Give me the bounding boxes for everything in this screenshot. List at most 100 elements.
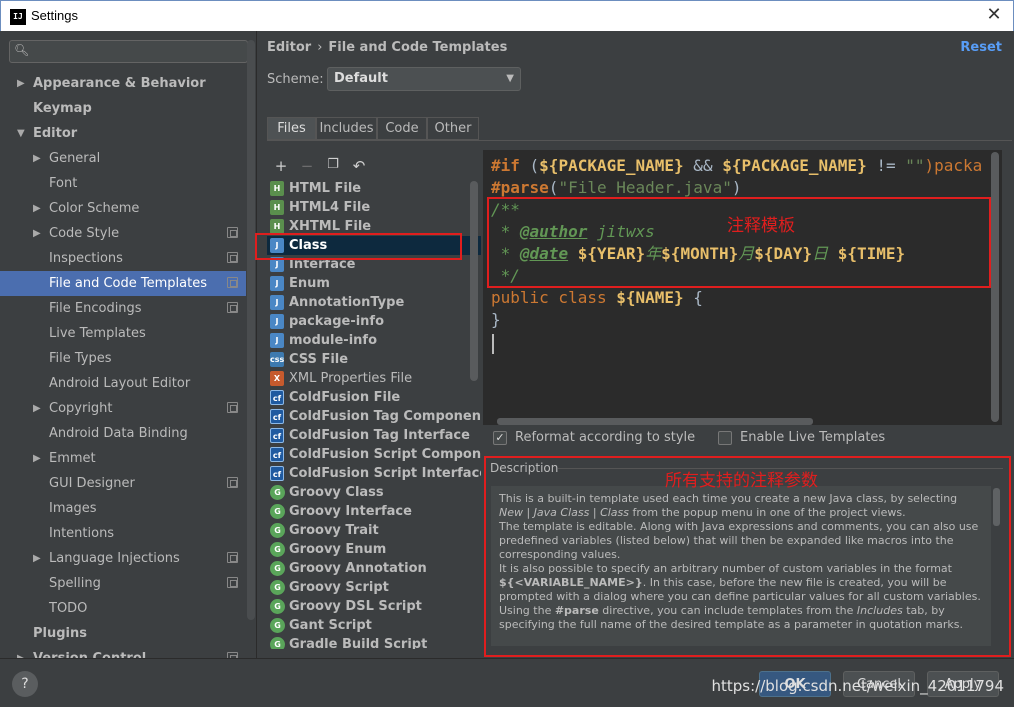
- reformat-checkbox[interactable]: ✓ Reformat according to style: [493, 430, 695, 446]
- breadcrumb: Editor › File and Code Templates: [267, 40, 507, 55]
- sidebar-item[interactable]: Font: [0, 171, 246, 196]
- sidebar-item[interactable]: ▶ Copyright: [0, 396, 246, 421]
- template-list-item-label: Groovy Class: [289, 485, 384, 500]
- annotation-class-highlight: [255, 233, 462, 260]
- template-list-item[interactable]: H HTML4 File: [267, 198, 481, 217]
- template-list-item[interactable]: cf ColdFusion File: [267, 388, 481, 407]
- reformat-label: Reformat according to style: [515, 430, 696, 445]
- template-list-item[interactable]: G Groovy Annotation: [267, 559, 481, 578]
- tab-code[interactable]: Code: [377, 117, 427, 140]
- chevron-right-icon[interactable]: ▶: [33, 546, 41, 571]
- sidebar-item[interactable]: Plugins: [0, 621, 246, 646]
- tab-files[interactable]: Files: [267, 117, 316, 140]
- chevron-right-icon[interactable]: ▶: [33, 221, 41, 246]
- sidebar-item-label: Spelling: [49, 576, 101, 591]
- sidebar-item[interactable]: Android Layout Editor: [0, 371, 246, 396]
- template-list-item-label: package-info: [289, 314, 385, 329]
- scheme-dropdown[interactable]: Default ▼: [327, 67, 521, 91]
- sidebar-item-label: Code Style: [49, 226, 120, 241]
- template-list-item-label: HTML File: [289, 181, 362, 196]
- help-button[interactable]: ?: [12, 671, 38, 697]
- chevron-right-icon[interactable]: ▶: [17, 646, 25, 658]
- template-list-item-label: CSS File: [289, 352, 349, 367]
- live-templates-label: Enable Live Templates: [740, 430, 886, 445]
- template-list-item[interactable]: X XML Properties File: [267, 369, 481, 388]
- template-list-item[interactable]: J AnnotationType: [267, 293, 481, 312]
- window-title-bar: IJ Settings ✕: [0, 0, 1014, 31]
- sidebar-item[interactable]: Images: [0, 496, 246, 521]
- template-list-item-label: Groovy Enum: [289, 542, 387, 557]
- sidebar-item[interactable]: ▼ Editor: [0, 121, 246, 146]
- live-templates-checkbox[interactable]: Enable Live Templates: [718, 430, 885, 446]
- template-list-item-label: Groovy Annotation: [289, 561, 427, 576]
- sidebar-item[interactable]: Spelling: [0, 571, 246, 596]
- template-list-item-label: XML Properties File: [289, 371, 413, 386]
- sidebar-item[interactable]: ▶ Emmet: [0, 446, 246, 471]
- sidebar-item[interactable]: File and Code Templates: [0, 271, 246, 296]
- chevron-right-icon[interactable]: ▶: [17, 71, 25, 96]
- template-list-scrollbar[interactable]: [470, 181, 478, 381]
- close-icon[interactable]: ✕: [983, 4, 1005, 26]
- sidebar-item-label: GUI Designer: [49, 476, 135, 491]
- template-list-item[interactable]: G Groovy DSL Script: [267, 597, 481, 616]
- editor-vertical-scrollbar[interactable]: [991, 152, 999, 422]
- template-list-item[interactable]: css CSS File: [267, 350, 481, 369]
- template-list-item[interactable]: J Enum: [267, 274, 481, 293]
- sidebar-item-label: Android Layout Editor: [49, 376, 191, 391]
- template-list-item[interactable]: Jmodule-info: [267, 331, 481, 350]
- sidebar-item[interactable]: ▶ Code Style: [0, 221, 246, 246]
- tab-divider: [267, 140, 1012, 141]
- sidebar-item-label: Plugins: [33, 626, 87, 641]
- chevron-right-icon[interactable]: ▶: [33, 196, 41, 221]
- tab-includes[interactable]: Includes: [316, 117, 377, 140]
- template-list-item[interactable]: cf ColdFusion Tag Component: [267, 407, 481, 426]
- copy-icon[interactable]: ❐: [323, 157, 343, 172]
- sidebar-item[interactable]: ▶ Version Control: [0, 646, 246, 658]
- sidebar-item[interactable]: Intentions: [0, 521, 246, 546]
- search-input[interactable]: 🔍︎: [9, 40, 248, 63]
- sidebar-item[interactable]: Inspections: [0, 246, 246, 271]
- sidebar-item[interactable]: GUI Designer: [0, 471, 246, 496]
- template-list-item[interactable]: G Gradle Build Script: [267, 635, 481, 649]
- add-icon[interactable]: +: [271, 157, 291, 175]
- sidebar-item[interactable]: ▶ Color Scheme: [0, 196, 246, 221]
- undo-icon[interactable]: ↶: [349, 157, 369, 175]
- chevron-right-icon[interactable]: ▶: [33, 446, 41, 471]
- template-list-item-label: HTML4 File: [289, 200, 371, 215]
- watermark-url: https://blog.csdn.net/weixin_42011794: [711, 677, 1004, 695]
- template-list-item-label: ColdFusion Script Component: [289, 447, 481, 462]
- reset-link[interactable]: Reset: [960, 40, 1002, 55]
- sidebar-scrollbar[interactable]: [247, 40, 255, 620]
- chevron-down-icon[interactable]: ▼: [17, 121, 25, 146]
- sidebar-item[interactable]: File Types: [0, 346, 246, 371]
- sidebar-item[interactable]: ▶ Language Injections: [0, 546, 246, 571]
- template-list-item[interactable]: cf ColdFusion Script Component: [267, 445, 481, 464]
- template-list-item[interactable]: cf ColdFusion Script Interface: [267, 464, 481, 483]
- sidebar-item[interactable]: ▶ General: [0, 146, 246, 171]
- template-list-item[interactable]: G Groovy Trait: [267, 521, 481, 540]
- sidebar-item[interactable]: File Encodings: [0, 296, 246, 321]
- sidebar-item[interactable]: TODO: [0, 596, 246, 621]
- template-list-item[interactable]: H HTML File: [267, 179, 481, 198]
- breadcrumb-parent: Editor: [267, 40, 312, 55]
- template-list-item[interactable]: G Groovy Enum: [267, 540, 481, 559]
- template-list-item[interactable]: Jpackage-info: [267, 312, 481, 331]
- template-list-item[interactable]: cf ColdFusion Tag Interface: [267, 426, 481, 445]
- remove-icon[interactable]: −: [297, 157, 317, 175]
- sidebar-item-label: Editor: [33, 126, 78, 141]
- template-list-item-label: ColdFusion Script Interface: [289, 466, 481, 481]
- chevron-right-icon[interactable]: ▶: [33, 146, 41, 171]
- sidebar-item[interactable]: Android Data Binding: [0, 421, 246, 446]
- sidebar-item[interactable]: Live Templates: [0, 321, 246, 346]
- template-list-item[interactable]: G Groovy Interface: [267, 502, 481, 521]
- template-list-item[interactable]: G Gant Script: [267, 616, 481, 635]
- template-list-item[interactable]: G Groovy Script: [267, 578, 481, 597]
- sidebar-item[interactable]: ▶ Appearance & Behavior: [0, 71, 246, 96]
- editor-horizontal-scrollbar[interactable]: [497, 418, 813, 425]
- sidebar-item[interactable]: Keymap: [0, 96, 246, 121]
- template-list-item-label: Groovy Interface: [289, 504, 412, 519]
- template-list-item-label: XHTML File: [289, 219, 372, 234]
- template-list-item[interactable]: G Groovy Class: [267, 483, 481, 502]
- tab-other[interactable]: Other: [427, 117, 479, 140]
- chevron-right-icon[interactable]: ▶: [33, 396, 41, 421]
